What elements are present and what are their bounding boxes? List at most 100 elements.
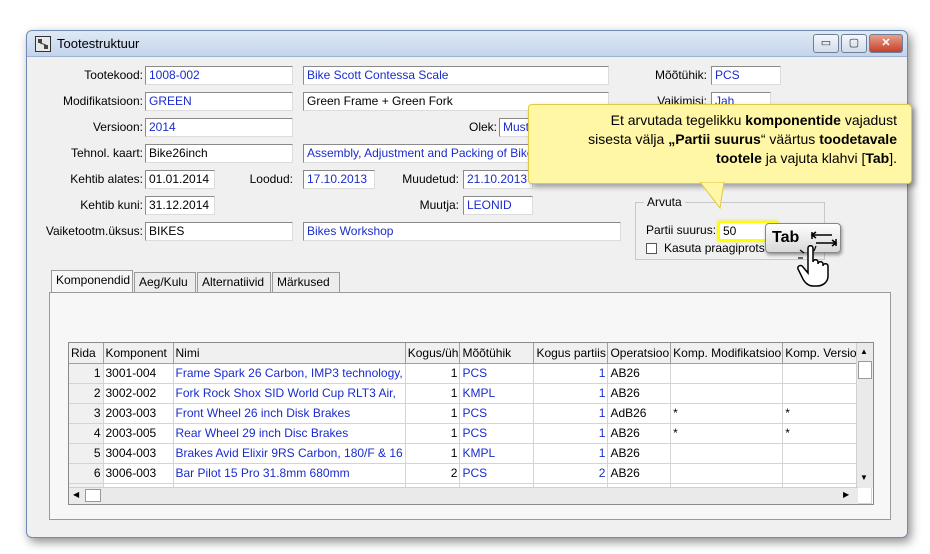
scroll-up-icon[interactable]: ▲ — [860, 347, 868, 356]
table-cell[interactable]: AB26 — [607, 383, 672, 404]
table-cell[interactable]: AB26 — [607, 443, 672, 464]
table-row[interactable]: 4 2003-005 Rear Wheel 29 inch Disc Brakes 1… — [69, 423, 872, 444]
column-header[interactable]: Komp. Modifikatsioo — [670, 343, 784, 364]
table-cell[interactable]: PCS — [459, 423, 535, 444]
column-header[interactable]: Nimi — [173, 343, 406, 364]
table-cell[interactable]: 1 — [533, 383, 609, 404]
table-cell[interactable]: Frame Spark 26 Carbon, IMP3 technology, — [173, 363, 406, 384]
callout-bold-text: toodetavale — [819, 131, 897, 147]
versioon-field[interactable]: 2014 — [145, 118, 293, 137]
mootuhik-field[interactable]: PCS — [711, 66, 781, 85]
table-cell[interactable]: AdB26 — [607, 403, 672, 424]
tab-komponendid[interactable]: Komponendid — [51, 270, 133, 293]
table-cell[interactable]: 1 — [69, 363, 104, 384]
callout-bold-text: „Partii suurus — [668, 131, 761, 147]
table-cell[interactable]: Bar Pilot 15 Pro 31.8mm 680mm — [173, 463, 406, 484]
table-cell[interactable]: 1 — [405, 363, 461, 384]
table-cell[interactable]: Brakes Avid Elixir 9RS Carbon, 180/F & 1… — [173, 443, 406, 464]
table-cell[interactable]: 1 — [405, 383, 461, 404]
table-cell[interactable]: PCS — [459, 363, 535, 384]
table-cell[interactable]: 2 — [69, 383, 104, 404]
vaiketootm-field[interactable]: BIKES — [145, 222, 293, 241]
scroll-thumb[interactable] — [858, 361, 872, 379]
table-cell[interactable]: AB26 — [607, 423, 672, 444]
column-header[interactable]: Komponent — [103, 343, 174, 364]
table-cell[interactable]: KMPL — [459, 383, 535, 404]
table-cell[interactable]: 5 — [69, 443, 104, 464]
tehnol-kaart-field[interactable]: Bike26inch — [145, 144, 293, 163]
maximize-button[interactable]: ▢ — [841, 34, 867, 53]
loodud-label: Loodud: — [249, 172, 293, 186]
column-header[interactable]: Rida — [69, 343, 104, 364]
table-row[interactable]: 3 2003-003 Front Wheel 26 inch Disk Brakes… — [69, 403, 872, 424]
table-cell[interactable]: 1 — [405, 443, 461, 464]
tab-markused[interactable]: Märkused — [272, 272, 340, 292]
minimize-button[interactable]: ▭ — [813, 34, 839, 53]
tehnol-kaart-description: Assembly, Adjustment and Packing of Bike… — [303, 144, 531, 163]
table-cell[interactable]: 2003-005 — [103, 423, 174, 444]
table-cell[interactable]: 1 — [533, 363, 609, 384]
table-cell[interactable]: AB26 — [607, 363, 672, 384]
kasuta-praagiprotsenti-checkbox[interactable] — [646, 243, 657, 254]
loodud-field: 17.10.2013 — [303, 170, 375, 189]
close-button[interactable]: ✕ — [869, 34, 903, 53]
modifikatsioon-label: Modifikatsioon: — [62, 94, 143, 108]
table-row[interactable]: 2 3002-002 Fork Rock Shox SID World Cup RL… — [69, 383, 872, 404]
muudetud-label: Muudetud: — [402, 172, 459, 186]
app-icon — [35, 36, 51, 52]
column-header[interactable]: Operatsioo — [607, 343, 672, 364]
table-cell[interactable]: 3 — [69, 403, 104, 424]
table-cell[interactable]: 3001-004 — [103, 363, 174, 384]
scroll-down-icon[interactable]: ▼ — [860, 473, 868, 482]
table-header-row: Rida Komponent Nimi Kogus/üh Mõõtühik Ko… — [69, 343, 872, 364]
table-cell[interactable]: 6 — [69, 463, 104, 484]
column-header[interactable]: Mõõtühik — [459, 343, 535, 364]
table-cell[interactable]: PCS — [459, 463, 535, 484]
table-cell[interactable]: * — [670, 423, 784, 444]
scroll-left-icon[interactable]: ◀ — [73, 490, 79, 499]
tootekood-field[interactable]: 1008-002 — [145, 66, 293, 85]
scroll-right-icon[interactable]: ▶ — [843, 490, 849, 499]
tab-aeg-kulu[interactable]: Aeg/Kulu — [134, 272, 196, 292]
table-cell[interactable]: 3004-003 — [103, 443, 174, 464]
table-cell[interactable]: 1 — [405, 403, 461, 424]
column-header[interactable]: Kogus partiis — [533, 343, 609, 364]
hscroll-thumb[interactable] — [85, 489, 101, 502]
table-cell[interactable]: Rear Wheel 29 inch Disc Brakes — [173, 423, 406, 444]
table-cell[interactable]: PCS — [459, 403, 535, 424]
table-cell[interactable]: 2003-003 — [103, 403, 174, 424]
table-cell[interactable]: 2 — [533, 463, 609, 484]
horizontal-scrollbar[interactable]: ◀ ▶ — [69, 487, 858, 504]
column-header[interactable]: Kogus/üh — [405, 343, 461, 364]
table-cell[interactable]: AB26 — [607, 463, 672, 484]
komponendid-panel: Rida Komponent Nimi Kogus/üh Mõõtühik Ko… — [49, 292, 891, 520]
table-cell[interactable] — [670, 383, 784, 404]
table-cell[interactable] — [670, 443, 784, 464]
title-bar[interactable]: Tootestruktuur ▭ ▢ ✕ — [27, 31, 907, 57]
kehtib-alates-field[interactable]: 01.01.2014 — [145, 170, 215, 189]
table-cell[interactable]: 1 — [533, 423, 609, 444]
table-cell[interactable]: * — [670, 403, 784, 424]
table-cell[interactable]: Front Wheel 26 inch Disk Brakes — [173, 403, 406, 424]
table-cell[interactable]: 3002-002 — [103, 383, 174, 404]
table-cell[interactable]: 1 — [533, 443, 609, 464]
table-cell[interactable]: 2 — [405, 463, 461, 484]
table-cell[interactable] — [670, 363, 784, 384]
tootekood-description: Bike Scott Contessa Scale — [303, 66, 609, 85]
table-cell[interactable]: Fork Rock Shox SID World Cup RLT3 Air, — [173, 383, 406, 404]
tab-alternatiivid[interactable]: Alternatiivid — [197, 272, 271, 292]
table-cell[interactable] — [670, 463, 784, 484]
table-cell[interactable]: 3006-003 — [103, 463, 174, 484]
vaiketootm-label: Vaiketootm.üksus: — [45, 224, 143, 238]
table-row[interactable]: 1 3001-004 Frame Spark 26 Carbon, IMP3 tec… — [69, 363, 872, 384]
table-row[interactable]: 6 3006-003 Bar Pilot 15 Pro 31.8mm 680mm 2 P… — [69, 463, 872, 484]
table-cell[interactable]: 1 — [405, 423, 461, 444]
kehtib-kuni-field[interactable]: 31.12.2014 — [145, 196, 215, 215]
callout-line-3: tootele ja vajuta klahvi [Tab]. — [539, 149, 897, 168]
modifikatsioon-field[interactable]: GREEN — [145, 92, 293, 111]
table-row[interactable]: 5 3004-003 Brakes Avid Elixir 9RS Carbon, … — [69, 443, 872, 464]
table-cell[interactable]: KMPL — [459, 443, 535, 464]
vertical-scrollbar[interactable]: ▲ ▼ — [856, 343, 873, 488]
table-cell[interactable]: 4 — [69, 423, 104, 444]
table-cell[interactable]: 1 — [533, 403, 609, 424]
